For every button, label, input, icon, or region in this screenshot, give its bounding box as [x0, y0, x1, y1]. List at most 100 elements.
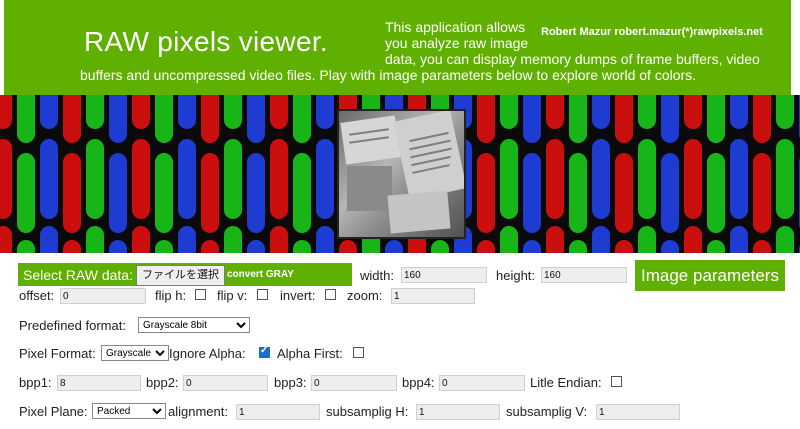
- subpixel: [500, 95, 518, 129]
- subpixel: [40, 95, 58, 129]
- image-preview: [337, 109, 466, 239]
- subpixel: [40, 226, 58, 253]
- select-raw-data-bar: Select RAW data: ファイルを選択 convert GRAY: [18, 263, 352, 286]
- subpixel: [178, 226, 196, 253]
- subpixel: [316, 95, 334, 129]
- little-endian-checkbox[interactable]: [611, 376, 622, 387]
- subpixel: [730, 226, 748, 253]
- convert-gray-label: convert GRAY: [227, 269, 294, 280]
- subpixel: [155, 240, 173, 253]
- subsampling-v-input[interactable]: [596, 404, 680, 420]
- subpixel: [661, 240, 679, 253]
- description-line-1: This application allows: [385, 19, 526, 35]
- width-input[interactable]: [401, 267, 487, 283]
- subsampling-h-label: subsamplig H:: [326, 404, 409, 419]
- subpixel: [247, 240, 265, 253]
- description-line-4: buffers and uncompressed video files. Pl…: [80, 67, 697, 83]
- subpixel: [707, 95, 725, 143]
- subpixel: [17, 95, 35, 143]
- bpp3-input[interactable]: [311, 375, 397, 391]
- subpixel: [776, 95, 794, 129]
- subpixel: [753, 240, 771, 253]
- subpixel: [661, 153, 679, 233]
- height-input[interactable]: [541, 267, 627, 283]
- subpixel: [40, 139, 58, 219]
- flip-h-checkbox[interactable]: [195, 289, 206, 300]
- subpixel: [132, 95, 150, 129]
- offset-input[interactable]: [60, 288, 146, 304]
- subpixel: [730, 95, 748, 129]
- subpixel: [201, 95, 219, 143]
- alignment-label: alignment:: [168, 404, 228, 419]
- subpixel: [201, 240, 219, 253]
- subpixel: [132, 226, 150, 253]
- subpixel: [592, 95, 610, 129]
- subpixel: [615, 153, 633, 233]
- width-label: width:: [360, 268, 394, 283]
- flip-v-checkbox[interactable]: [257, 289, 268, 300]
- subpixel: [86, 95, 104, 129]
- subpixel: [592, 226, 610, 253]
- alpha-first-label: Alpha First:: [277, 346, 343, 361]
- ignore-alpha-label: Ignore Alpha:: [169, 346, 246, 361]
- subsampling-v-label: subsamplig V:: [506, 404, 588, 419]
- subpixel: [0, 95, 12, 129]
- alignment-input[interactable]: [236, 404, 320, 420]
- image-parameters-button[interactable]: Image parameters: [635, 260, 785, 291]
- subsampling-h-input[interactable]: [416, 404, 500, 420]
- subpixel: [109, 95, 127, 143]
- header-banner: RAW pixels viewer. This application allo…: [4, 0, 791, 95]
- subpixel: [339, 240, 357, 253]
- subpixel: [109, 153, 127, 233]
- subpixel: [63, 153, 81, 233]
- invert-checkbox[interactable]: [325, 289, 336, 300]
- subpixel: [0, 226, 12, 253]
- subpixel: [316, 226, 334, 253]
- subpixel: [592, 139, 610, 219]
- subpixel: [109, 240, 127, 253]
- subpixel: [293, 240, 311, 253]
- bpp4-label: bpp4:: [402, 375, 435, 390]
- description-line-2: you analyze raw image: [385, 35, 529, 51]
- pixel-plane-select[interactable]: Packed: [92, 403, 166, 419]
- bpp2-input[interactable]: [183, 375, 268, 391]
- subpixel: [753, 95, 771, 143]
- choose-file-button[interactable]: ファイルを選択: [136, 265, 225, 286]
- select-raw-label: Select RAW data:: [23, 267, 133, 283]
- subpixel: [247, 153, 265, 233]
- flip-v-label: flip v:: [217, 288, 248, 303]
- subpixel: [776, 226, 794, 253]
- subpixel: [270, 139, 288, 219]
- subpixel: [86, 139, 104, 219]
- description-line-3: data, you can display memory dumps of fr…: [385, 51, 760, 67]
- subpixel: [753, 153, 771, 233]
- offset-label: offset:: [19, 288, 55, 303]
- pixel-format-select[interactable]: Grayscale: [101, 345, 169, 361]
- height-label: height:: [496, 268, 536, 283]
- subpixel: [0, 139, 12, 219]
- bpp1-input[interactable]: [57, 375, 141, 391]
- bpp2-label: bpp2:: [146, 375, 179, 390]
- subpixel: [569, 95, 587, 143]
- bpp1-label: bpp1:: [19, 375, 52, 390]
- subpixel: [477, 95, 495, 143]
- bpp4-input[interactable]: [439, 375, 525, 391]
- subpixel: [684, 139, 702, 219]
- alpha-first-checkbox[interactable]: [353, 347, 364, 358]
- zoom-input[interactable]: [391, 288, 475, 304]
- predefined-format-label: Predefined format:: [19, 318, 126, 333]
- page-title: RAW pixels viewer.: [84, 26, 328, 57]
- subpixel: [615, 95, 633, 143]
- subpixel: [776, 139, 794, 219]
- pixel-format-label: Pixel Format:: [19, 346, 96, 361]
- ignore-alpha-checkbox[interactable]: [259, 345, 270, 358]
- subpixel: [569, 240, 587, 253]
- subpixel: [224, 95, 242, 129]
- predefined-format-select[interactable]: Grayscale 8bit: [138, 317, 250, 333]
- subpixel: [569, 153, 587, 233]
- subpixel: [707, 240, 725, 253]
- subpixel: [523, 95, 541, 143]
- subpixel: [155, 95, 173, 143]
- subpixel: [546, 95, 564, 129]
- subpixel: [546, 226, 564, 253]
